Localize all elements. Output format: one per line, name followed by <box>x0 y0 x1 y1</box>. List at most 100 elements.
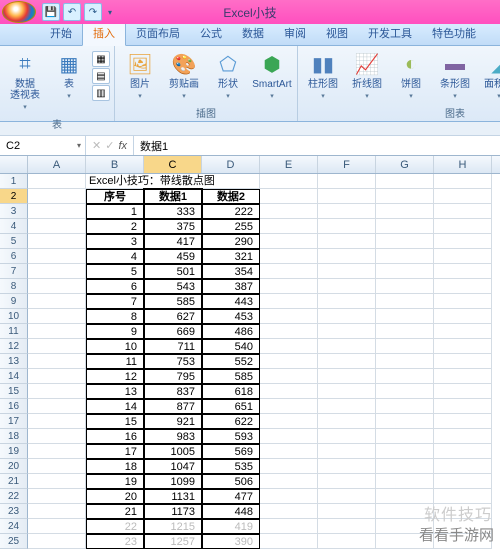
cell-F13[interactable] <box>318 354 376 369</box>
col-header-E[interactable]: E <box>260 156 318 173</box>
cell-B15[interactable]: 13 <box>86 384 144 399</box>
cell-E11[interactable] <box>260 324 318 339</box>
row-header-17[interactable]: 17 <box>0 414 28 429</box>
cell-F18[interactable] <box>318 429 376 444</box>
cell-G16[interactable] <box>376 399 434 414</box>
cell-A19[interactable] <box>28 444 86 459</box>
table-small-2[interactable]: ▤ <box>92 68 110 84</box>
cell-C15[interactable]: 837 <box>144 384 202 399</box>
cell-D22[interactable]: 477 <box>202 489 260 504</box>
tab-8[interactable]: 特色功能 <box>422 22 486 45</box>
cell-C13[interactable]: 753 <box>144 354 202 369</box>
cell-A8[interactable] <box>28 279 86 294</box>
cell-A24[interactable] <box>28 519 86 534</box>
cell-A5[interactable] <box>28 234 86 249</box>
cell-D9[interactable]: 443 <box>202 294 260 309</box>
cell-B8[interactable]: 6 <box>86 279 144 294</box>
tab-3[interactable]: 公式 <box>190 22 232 45</box>
cell-C18[interactable]: 983 <box>144 429 202 444</box>
cell-D24[interactable]: 419 <box>202 519 260 534</box>
cell-D14[interactable]: 585 <box>202 369 260 384</box>
cell-F23[interactable] <box>318 504 376 519</box>
cell-A1[interactable] <box>28 174 86 189</box>
row-header-5[interactable]: 5 <box>0 234 28 249</box>
cell-E18[interactable] <box>260 429 318 444</box>
cell-D15[interactable]: 618 <box>202 384 260 399</box>
cell-D18[interactable]: 593 <box>202 429 260 444</box>
bar-chart-button[interactable]: ▬条形图▾ <box>434 48 476 104</box>
tab-5[interactable]: 审阅 <box>274 22 316 45</box>
cell-G20[interactable] <box>376 459 434 474</box>
cell-G7[interactable] <box>376 264 434 279</box>
cell-F21[interactable] <box>318 474 376 489</box>
cell-E24[interactable] <box>260 519 318 534</box>
cell-B5[interactable]: 3 <box>86 234 144 249</box>
cell-D16[interactable]: 651 <box>202 399 260 414</box>
clipart-button[interactable]: 🎨剪贴画▾ <box>163 48 205 104</box>
cell-B18[interactable]: 16 <box>86 429 144 444</box>
cell-F15[interactable] <box>318 384 376 399</box>
cell-C19[interactable]: 1005 <box>144 444 202 459</box>
cell-D13[interactable]: 552 <box>202 354 260 369</box>
cell-E2[interactable] <box>260 189 318 204</box>
cell-C21[interactable]: 1099 <box>144 474 202 489</box>
cell-C12[interactable]: 711 <box>144 339 202 354</box>
table-small-3[interactable]: ▥ <box>92 85 110 101</box>
cell-H14[interactable] <box>434 369 492 384</box>
cell-H15[interactable] <box>434 384 492 399</box>
cell-E21[interactable] <box>260 474 318 489</box>
cell-B10[interactable]: 8 <box>86 309 144 324</box>
cell-B23[interactable]: 21 <box>86 504 144 519</box>
row-header-2[interactable]: 2 <box>0 189 28 204</box>
cell-C16[interactable]: 877 <box>144 399 202 414</box>
cell-B13[interactable]: 11 <box>86 354 144 369</box>
cell-D8[interactable]: 387 <box>202 279 260 294</box>
col-header-B[interactable]: B <box>86 156 144 173</box>
row-header-14[interactable]: 14 <box>0 369 28 384</box>
cell-H12[interactable] <box>434 339 492 354</box>
cell-E20[interactable] <box>260 459 318 474</box>
column-chart-button[interactable]: ▮▮柱形图▾ <box>302 48 344 104</box>
cell-G14[interactable] <box>376 369 434 384</box>
row-header-1[interactable]: 1 <box>0 174 28 189</box>
cell-G8[interactable] <box>376 279 434 294</box>
row-header-24[interactable]: 24 <box>0 519 28 534</box>
row-header-13[interactable]: 13 <box>0 354 28 369</box>
cell-A12[interactable] <box>28 339 86 354</box>
cell-G9[interactable] <box>376 294 434 309</box>
cell-B7[interactable]: 5 <box>86 264 144 279</box>
cell-F6[interactable] <box>318 249 376 264</box>
col-header-G[interactable]: G <box>376 156 434 173</box>
cell-D6[interactable]: 321 <box>202 249 260 264</box>
cell-C10[interactable]: 627 <box>144 309 202 324</box>
cell-A20[interactable] <box>28 459 86 474</box>
cell-C20[interactable]: 1047 <box>144 459 202 474</box>
cell-H3[interactable] <box>434 204 492 219</box>
cell-A11[interactable] <box>28 324 86 339</box>
row-header-10[interactable]: 10 <box>0 309 28 324</box>
row-header-9[interactable]: 9 <box>0 294 28 309</box>
cell-G18[interactable] <box>376 429 434 444</box>
cell-C4[interactable]: 375 <box>144 219 202 234</box>
cell-G2[interactable] <box>376 189 434 204</box>
tab-6[interactable]: 视图 <box>316 22 358 45</box>
cell-C2[interactable]: 数据1 <box>144 189 202 204</box>
cell-A25[interactable] <box>28 534 86 549</box>
cell-H2[interactable] <box>434 189 492 204</box>
cell-E15[interactable] <box>260 384 318 399</box>
cell-G6[interactable] <box>376 249 434 264</box>
cell-B3[interactable]: 1 <box>86 204 144 219</box>
cell-E7[interactable] <box>260 264 318 279</box>
cell-E9[interactable] <box>260 294 318 309</box>
cell-F17[interactable] <box>318 414 376 429</box>
cell-C25[interactable]: 1257 <box>144 534 202 549</box>
cell-E3[interactable] <box>260 204 318 219</box>
cell-E14[interactable] <box>260 369 318 384</box>
picture-button[interactable]: 🖼图片▾ <box>119 48 161 104</box>
name-box[interactable]: C2 <box>0 136 86 155</box>
cell-A23[interactable] <box>28 504 86 519</box>
cell-B2[interactable]: 序号 <box>86 189 144 204</box>
cell-E12[interactable] <box>260 339 318 354</box>
tab-4[interactable]: 数据 <box>232 22 274 45</box>
tab-7[interactable]: 开发工具 <box>358 22 422 45</box>
